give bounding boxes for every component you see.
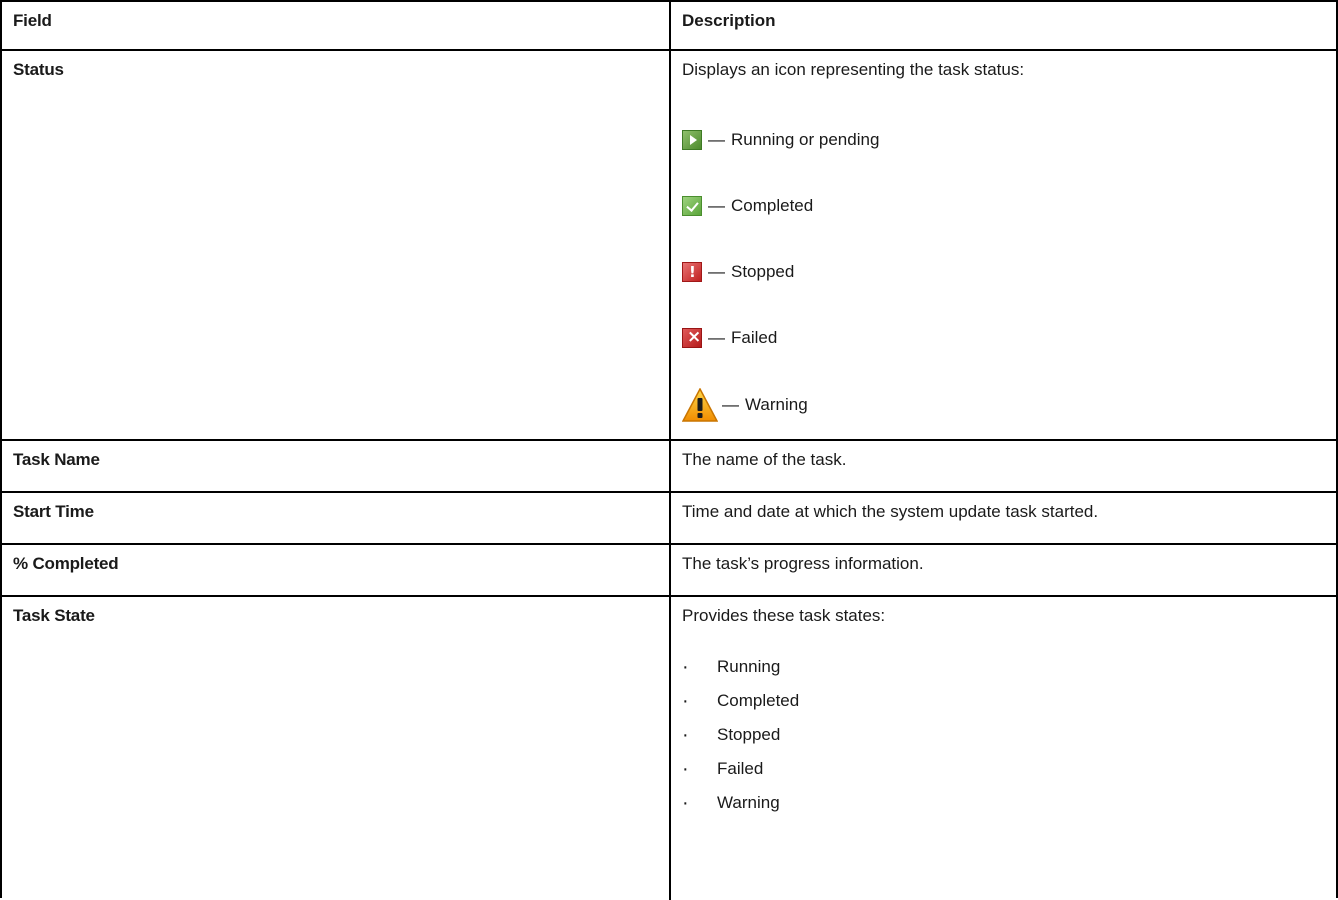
status-item-failed: — Failed: [682, 327, 778, 348]
list-item: Completed: [682, 684, 799, 718]
description-task-name: The name of the task.: [682, 450, 847, 469]
dash-glyph: —: [708, 328, 725, 347]
list-item: Stopped: [682, 718, 799, 752]
status-label-warning: Warning: [745, 395, 808, 414]
description-start-time: Time and date at which the system update…: [682, 502, 1099, 521]
list-item: Running: [682, 650, 799, 684]
status-intro-text: Displays an icon representing the task s…: [682, 60, 1025, 79]
header-description: Description: [682, 11, 776, 30]
field-description-table: Field Description Status Displays an ico…: [0, 0, 1338, 900]
table-row-start-time: Start Time Time and date at which the sy…: [2, 493, 1336, 545]
field-task-state: Task State: [2, 597, 671, 900]
status-label-failed: Failed: [731, 328, 778, 347]
table-row-percent-completed: % Completed The task’s progress informat…: [2, 545, 1336, 597]
status-label-completed: Completed: [731, 196, 814, 215]
status-item-stopped: — Stopped: [682, 262, 794, 282]
field-status: Status: [2, 51, 671, 439]
failed-icon: [682, 327, 702, 348]
list-item: Warning: [682, 786, 799, 820]
description-status: Displays an icon representing the task s…: [671, 51, 1336, 439]
status-item-completed: — Completed: [682, 196, 813, 216]
header-field: Field: [2, 2, 671, 49]
description-task-state: Provides these task states: Running Comp…: [671, 597, 1336, 900]
table-row-task-name: Task Name The name of the task.: [2, 441, 1336, 493]
running-icon: [682, 130, 702, 150]
warning-icon: [681, 387, 719, 422]
warning-triangle-icon: [681, 387, 719, 422]
status-item-running: — Running or pending: [682, 130, 879, 150]
dash-glyph: —: [708, 262, 725, 281]
task-state-list: Running Completed Stopped Failed Warning: [682, 650, 799, 820]
status-label-running: Running or pending: [731, 130, 880, 149]
dash-glyph: —: [722, 395, 739, 414]
description-percent-completed: The task’s progress information.: [682, 554, 924, 573]
dash-glyph: —: [708, 196, 725, 215]
task-state-intro-text: Provides these task states:: [682, 606, 886, 625]
field-percent-completed: % Completed: [2, 545, 671, 595]
list-item: Failed: [682, 752, 799, 786]
status-label-stopped: Stopped: [731, 262, 795, 281]
field-start-time: Start Time: [2, 493, 671, 543]
completed-icon: [682, 196, 702, 216]
status-item-warning: — Warning: [681, 387, 808, 422]
dash-glyph: —: [708, 130, 725, 149]
field-task-name: Task Name: [2, 441, 671, 491]
stopped-icon: [682, 262, 702, 282]
table-row-status: Status Displays an icon representing the…: [2, 51, 1336, 441]
table-header-row: Field Description: [2, 2, 1336, 51]
table-row-task-state: Task State Provides these task states: R…: [2, 597, 1336, 900]
